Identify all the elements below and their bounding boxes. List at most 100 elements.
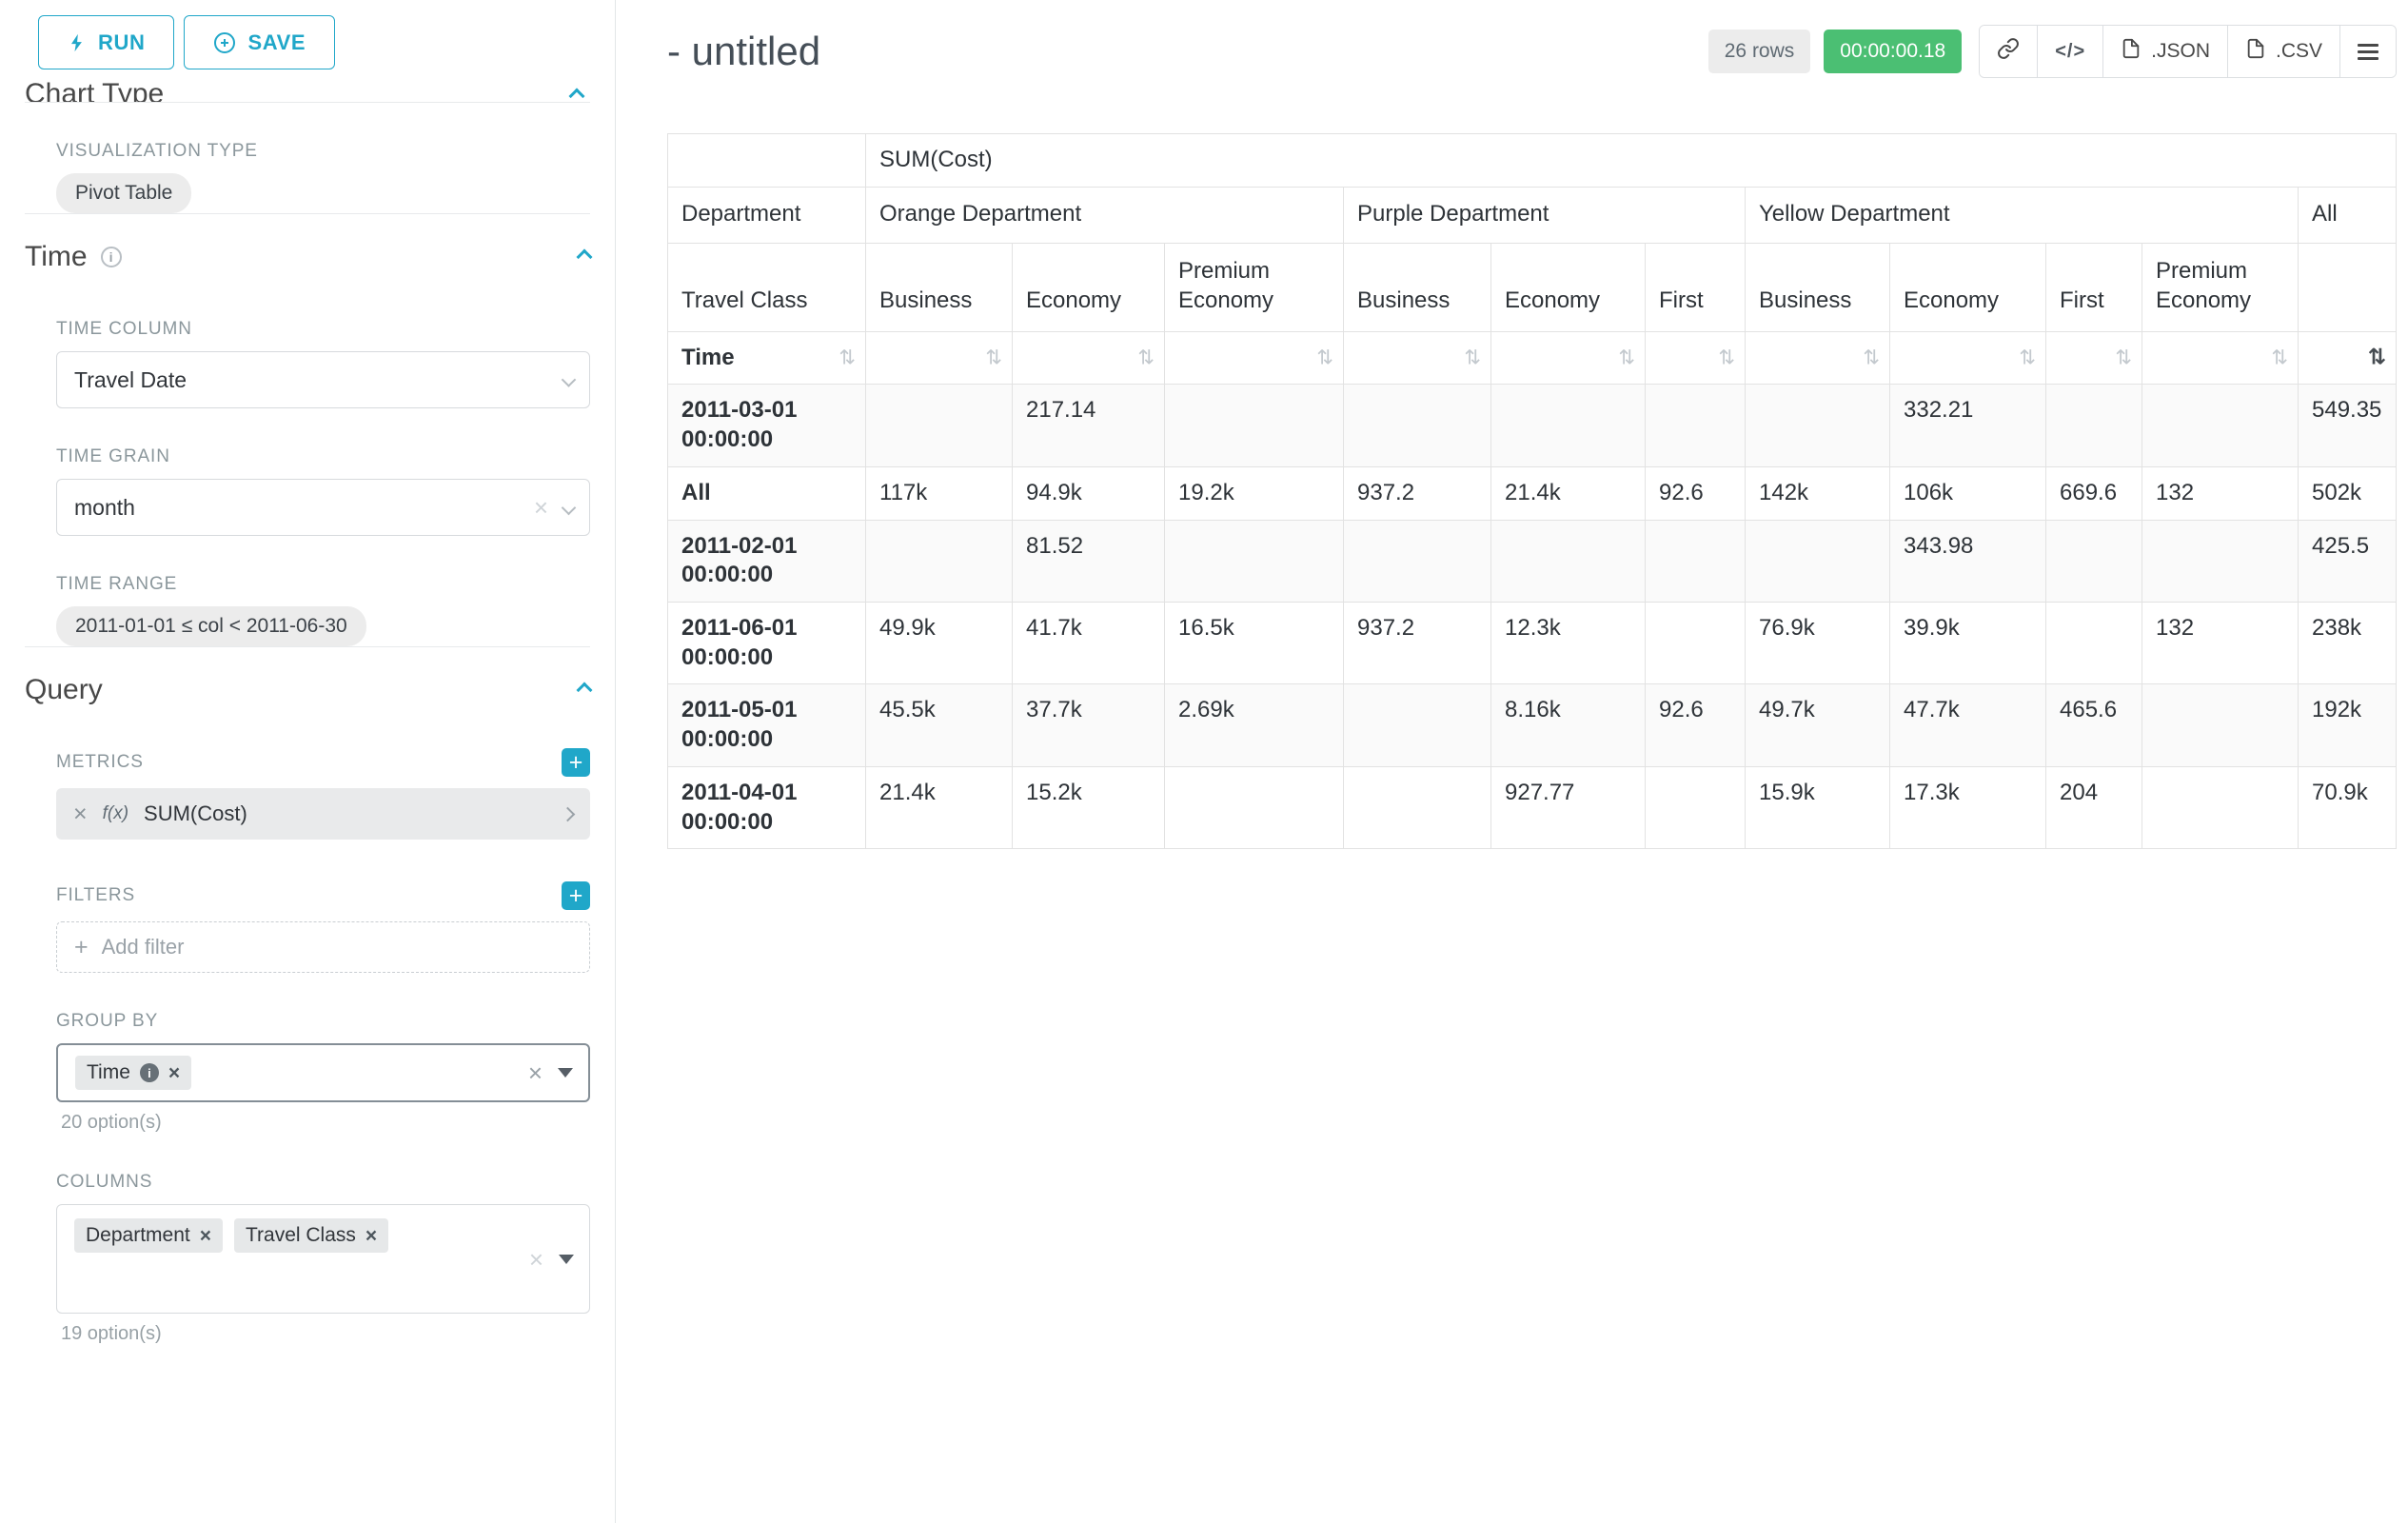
column-header [2299,243,2397,331]
time-column-select[interactable]: Travel Date [56,351,590,408]
column-sorter: ⇅ [1344,331,1491,385]
add-metric-button[interactable]: + [562,748,590,777]
time-range-value[interactable]: 2011-01-01 ≤ col < 2011-06-30 [56,606,366,646]
sort-icon[interactable]: ⇅ [2271,348,2288,368]
sort-icon[interactable]: ⇅ [1316,348,1333,368]
export-csv-label: .CSV [2276,40,2322,63]
export-csv-button[interactable]: .CSV [2227,26,2339,77]
row-label: 2011-03-01 00:00:00 [668,385,866,466]
view-query-button[interactable]: </> [2037,26,2102,77]
sort-icon[interactable]: ⇅ [1464,348,1481,368]
run-button[interactable]: RUN [38,15,174,69]
value-cell [2046,520,2142,602]
columns-tag[interactable]: Department × [74,1218,223,1253]
remove-tag-icon[interactable]: × [365,1226,377,1246]
columns-tag[interactable]: Travel Class × [234,1218,388,1253]
chart-header-actions: 26 rows 00:00:00.18 </> [1708,25,2397,78]
sort-icon[interactable]: ⇅ [2115,348,2132,368]
value-cell: 217.14 [1013,385,1165,466]
columns-label: COLUMNS [56,1172,590,1193]
columns-select[interactable]: Department × Travel Class × × [56,1204,590,1314]
value-cell: 45.5k [866,684,1013,766]
remove-tag-icon[interactable]: × [200,1226,211,1246]
time-grain-value: month [74,495,135,521]
chevron-right-icon[interactable] [561,806,576,821]
value-cell [866,385,1013,466]
table-row: 2011-04-01 00:00:0021.4k15.2k927.7715.9k… [668,766,2397,848]
column-sorter: ⇅ [1165,331,1344,385]
chevron-up-icon[interactable] [577,682,593,699]
metric-pill[interactable]: × f(x) SUM(Cost) [56,788,590,840]
column-header: Premium Economy [2142,243,2299,331]
clear-icon[interactable]: × [529,1247,543,1272]
value-cell: 17.3k [1890,766,2046,848]
save-button[interactable]: SAVE [184,15,335,69]
caret-down-icon [559,1255,574,1264]
sort-icon[interactable]: ⇅ [1718,348,1735,368]
value-cell: 502k [2299,466,2397,520]
remove-metric-icon[interactable]: × [73,802,88,826]
hamburger-menu-icon [2358,44,2378,60]
chart-title[interactable]: - untitled [667,29,820,74]
add-filter-dropzone[interactable]: + Add filter [56,921,590,973]
value-cell [1491,520,1646,602]
time-section-header[interactable]: Time i [25,241,590,273]
value-cell [2142,385,2299,466]
row-dimension-sorter: Time ⇅ [668,331,866,385]
value-cell: 192k [2299,684,2397,766]
value-cell: 8.16k [1491,684,1646,766]
value-cell [866,520,1013,602]
value-cell [1646,766,1746,848]
share-link-button[interactable] [1980,26,2037,77]
value-cell [1491,385,1646,466]
sort-icon[interactable]: ⇅ [1137,348,1155,368]
sort-icon[interactable]: ⇅ [2019,348,2036,368]
column-group-header: Orange Department [866,187,1344,243]
info-icon: i [101,247,122,267]
value-cell: 132 [2142,603,2299,684]
value-cell: 425.5 [2299,520,2397,602]
value-cell [1344,766,1491,848]
row-label: 2011-04-01 00:00:00 [668,766,866,848]
row-dimension-label: Time [681,345,735,370]
column-sorter: ⇅ [2046,331,2142,385]
value-cell [1646,520,1746,602]
sort-icon[interactable]: ⇅ [2368,347,2386,369]
sort-icon[interactable]: ⇅ [985,348,1002,368]
sort-icon[interactable]: ⇅ [1618,348,1635,368]
group-by-tag[interactable]: Time i × [75,1056,191,1090]
file-icon [2121,38,2142,65]
value-cell: 94.9k [1013,466,1165,520]
column-group-header: Purple Department [1344,187,1746,243]
group-by-select[interactable]: Time i × × [56,1043,590,1102]
table-row: 2011-02-01 00:00:0081.52343.98425.5 [668,520,2397,602]
query-section-header[interactable]: Query [25,674,590,706]
chevron-up-icon[interactable] [577,249,593,266]
value-cell: 15.2k [1013,766,1165,848]
clear-icon[interactable]: × [528,1060,543,1085]
add-filter-button[interactable]: + [562,881,590,910]
code-icon: </> [2055,41,2085,63]
column-header: Business [866,243,1013,331]
value-cell [1165,385,1344,466]
value-cell [2142,520,2299,602]
value-cell: 16.5k [1165,603,1344,684]
visualization-type-value[interactable]: Pivot Table [56,173,191,213]
value-cell: 92.6 [1646,684,1746,766]
export-json-button[interactable]: .JSON [2102,26,2227,77]
remove-tag-icon[interactable]: × [168,1063,180,1083]
value-cell: 70.9k [2299,766,2397,848]
value-cell: 106k [1890,466,2046,520]
value-cell: 204 [2046,766,2142,848]
sort-icon[interactable]: ⇅ [1863,348,1880,368]
sort-icon[interactable]: ⇅ [839,348,856,368]
chevron-up-icon[interactable] [569,89,585,102]
column-header: Business [1746,243,1890,331]
column-header: Business [1344,243,1491,331]
menu-button[interactable] [2339,26,2396,77]
clear-icon[interactable]: × [534,495,548,520]
time-grain-select[interactable]: month × [56,479,590,536]
value-cell: 21.4k [866,766,1013,848]
chevron-down-icon [562,372,577,387]
group-by-tag-label: Time [87,1061,130,1084]
